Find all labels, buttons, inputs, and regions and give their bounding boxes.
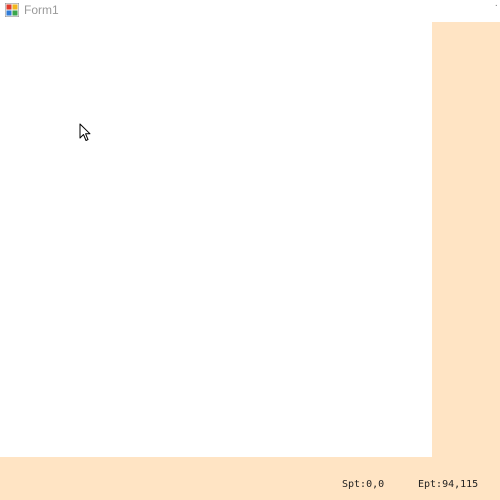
mouse-pointer-icon bbox=[79, 123, 91, 141]
form-client-area[interactable]: Spt:0,0 Ept:94,115 bbox=[0, 22, 500, 500]
end-point-label: Ept:94,115 bbox=[418, 479, 479, 490]
right-panel bbox=[432, 22, 500, 500]
form1-window: Form1 · Spt:0,0 Ept:94,115 bbox=[0, 0, 500, 500]
window-title: Form1 bbox=[24, 3, 59, 17]
app-icon[interactable] bbox=[5, 3, 19, 17]
bottom-status-panel: Spt:0,0 Ept:94,115 bbox=[0, 457, 500, 500]
start-point-label: Spt:0,0 bbox=[342, 479, 385, 490]
title-bar[interactable]: Form1 · bbox=[0, 0, 500, 22]
title-bar-edge-mark: · bbox=[494, 0, 498, 11]
